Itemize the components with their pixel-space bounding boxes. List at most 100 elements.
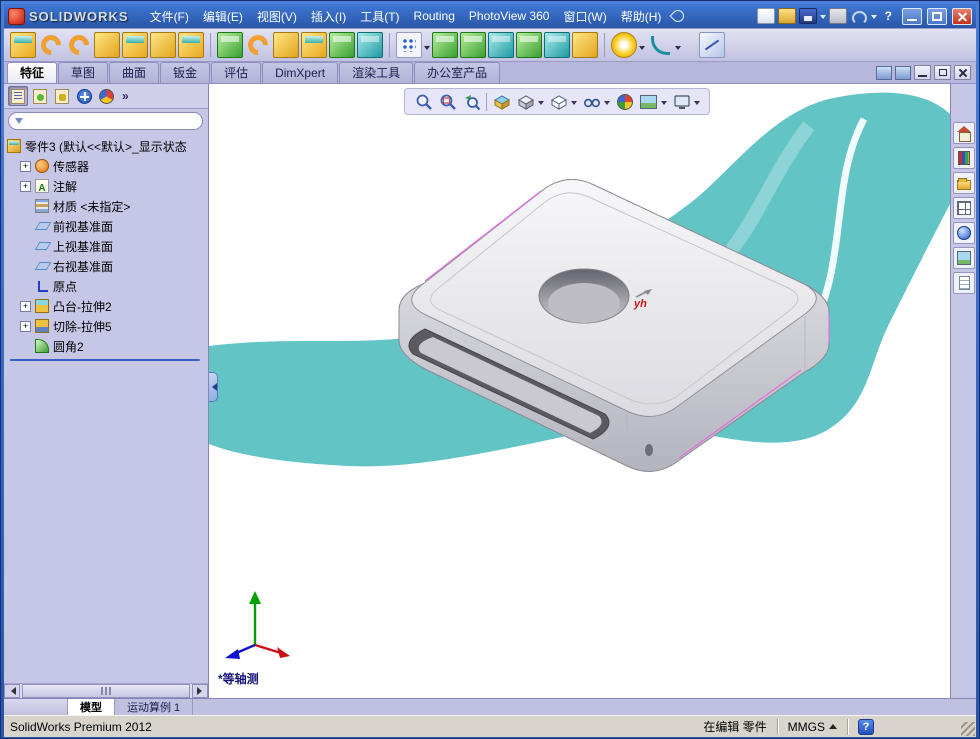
smart-feature-icon[interactable] — [611, 32, 637, 58]
more-tabs-chevron-icon[interactable]: » — [122, 89, 129, 103]
tab-features[interactable]: 特征 — [7, 62, 58, 83]
tab-render-tools[interactable]: 渲染工具 — [339, 62, 414, 83]
scenes-icon[interactable] — [952, 247, 975, 269]
display-pane-icon[interactable] — [895, 65, 911, 80]
view-settings-dropdown-icon[interactable] — [694, 101, 700, 108]
print-icon[interactable] — [828, 8, 847, 24]
displaymanager-tab[interactable] — [96, 86, 116, 106]
design-library-icon[interactable] — [952, 147, 975, 169]
tree-row-front-plane[interactable]: 前视基准面 — [7, 216, 208, 236]
units-selector[interactable]: MMGS — [788, 720, 837, 734]
undo-icon[interactable] — [850, 8, 868, 25]
extruded-cut-icon[interactable] — [150, 32, 176, 58]
zoom-fit-icon[interactable] — [414, 92, 433, 111]
revolve-boss-icon[interactable] — [66, 32, 92, 58]
appearances-icon[interactable] — [952, 222, 975, 244]
3d-model-canvas[interactable] — [209, 84, 950, 698]
tree-row-boss-extrude[interactable]: + 凸台-拉伸2 — [7, 296, 208, 316]
save-icon[interactable] — [798, 8, 817, 24]
tab-surfaces[interactable]: 曲面 — [109, 62, 160, 83]
apply-scene-dropdown-icon[interactable] — [661, 101, 667, 108]
hide-show-dropdown-icon[interactable] — [604, 101, 610, 108]
featuremanager-tab[interactable] — [8, 86, 28, 106]
display-style-icon[interactable] — [549, 92, 568, 111]
resources-home-icon[interactable] — [952, 122, 975, 144]
configurationmanager-tab[interactable] — [52, 86, 72, 106]
menu-tools[interactable]: 工具(T) — [353, 5, 406, 28]
scrollbar-track[interactable] — [20, 684, 192, 698]
sheet-metal-icon[interactable] — [516, 32, 542, 58]
file-explorer-icon[interactable] — [952, 172, 975, 194]
section-view-icon[interactable] — [492, 92, 511, 111]
propertymanager-tab[interactable] — [30, 86, 50, 106]
apply-scene-icon[interactable] — [639, 92, 658, 111]
minimize-button[interactable] — [902, 7, 922, 25]
doc-minimize-button[interactable] — [914, 65, 931, 80]
spline-dropdown-icon[interactable] — [675, 45, 681, 53]
edit-appearance-icon[interactable] — [615, 92, 634, 111]
save-dropdown-icon[interactable] — [819, 14, 826, 22]
tab-dimxpert[interactable]: DimXpert — [262, 62, 339, 83]
scroll-left-button[interactable] — [4, 684, 20, 698]
expander-icon[interactable]: + — [20, 160, 31, 172]
display-style-dropdown-icon[interactable] — [571, 101, 577, 108]
expander-icon[interactable]: + — [20, 180, 31, 192]
convert-entities-icon[interactable] — [432, 32, 458, 58]
undo-dropdown-icon[interactable] — [870, 14, 877, 22]
menu-pin-icon[interactable] — [669, 7, 687, 25]
graphics-viewport[interactable]: yh *等轴测 — [209, 84, 950, 698]
view-orientation-icon[interactable] — [516, 92, 535, 111]
panel-collapse-handle[interactable] — [209, 372, 218, 402]
shell-icon[interactable] — [357, 32, 383, 58]
menu-edit[interactable]: 编辑(E) — [196, 5, 250, 28]
tree-row-fillet[interactable]: 圆角2 — [7, 336, 208, 356]
tab-evaluate[interactable]: 评估 — [211, 62, 262, 83]
menu-file[interactable]: 文件(F) — [143, 5, 196, 28]
tab-scroll-area[interactable] — [4, 699, 68, 715]
doc-restore-button[interactable] — [934, 65, 951, 80]
linear-pattern-icon[interactable] — [396, 32, 422, 58]
resize-grip-icon[interactable] — [961, 722, 975, 736]
smart-feature-dropdown-icon[interactable] — [639, 45, 645, 53]
tab-sketch[interactable]: 草图 — [58, 62, 109, 83]
tree-row-material[interactable]: 材质 <未指定> — [7, 196, 208, 216]
close-button[interactable] — [952, 7, 972, 25]
pen-icon[interactable] — [699, 32, 725, 58]
slot-icon[interactable] — [572, 32, 598, 58]
spline-icon[interactable] — [647, 32, 673, 58]
expander-icon[interactable]: + — [20, 300, 31, 312]
menu-help[interactable]: 帮助(H) — [614, 5, 669, 28]
surface-icon[interactable] — [460, 32, 486, 58]
reference-plane-icon[interactable] — [217, 32, 243, 58]
loft-boss-icon[interactable] — [122, 32, 148, 58]
tree-row-sensors[interactable]: + 传感器 — [7, 156, 208, 176]
previous-view-icon[interactable] — [462, 92, 481, 111]
view-settings-icon[interactable] — [672, 92, 691, 111]
boss-feature-icon[interactable] — [301, 32, 327, 58]
fillet-icon[interactable] — [38, 32, 64, 58]
tab-office-products[interactable]: 办公室产品 — [414, 62, 501, 83]
tab-motion-study[interactable]: 运动算例 1 — [115, 699, 194, 715]
tree-row-cut-extrude[interactable]: + 切除-拉伸5 — [7, 316, 208, 336]
rollback-bar[interactable] — [10, 359, 200, 361]
document-window-icon[interactable] — [876, 65, 892, 80]
chamfer-icon[interactable] — [94, 32, 120, 58]
tree-row-origin[interactable]: 原点 — [7, 276, 208, 296]
dimxpertmanager-tab[interactable] — [74, 86, 94, 106]
view-palette-icon[interactable] — [952, 197, 975, 219]
menu-photoview[interactable]: PhotoView 360 — [462, 6, 557, 26]
tab-model[interactable]: 模型 — [68, 699, 115, 715]
tree-row-annotations[interactable]: + A 注解 — [7, 176, 208, 196]
cylinder-feature-icon[interactable] — [544, 32, 570, 58]
maximize-button[interactable] — [927, 7, 947, 25]
tab-sheet-metal[interactable]: 钣金 — [160, 62, 211, 83]
scrollbar-thumb[interactable] — [22, 684, 190, 698]
pattern-dropdown-icon[interactable] — [424, 45, 430, 53]
expander-icon[interactable]: + — [20, 320, 31, 332]
menu-window[interactable]: 窗口(W) — [556, 5, 613, 28]
scroll-right-button[interactable] — [192, 684, 208, 698]
rib-icon[interactable] — [329, 32, 355, 58]
menu-view[interactable]: 视图(V) — [250, 5, 304, 28]
open-document-icon[interactable] — [777, 8, 796, 24]
zoom-area-icon[interactable] — [438, 92, 457, 111]
